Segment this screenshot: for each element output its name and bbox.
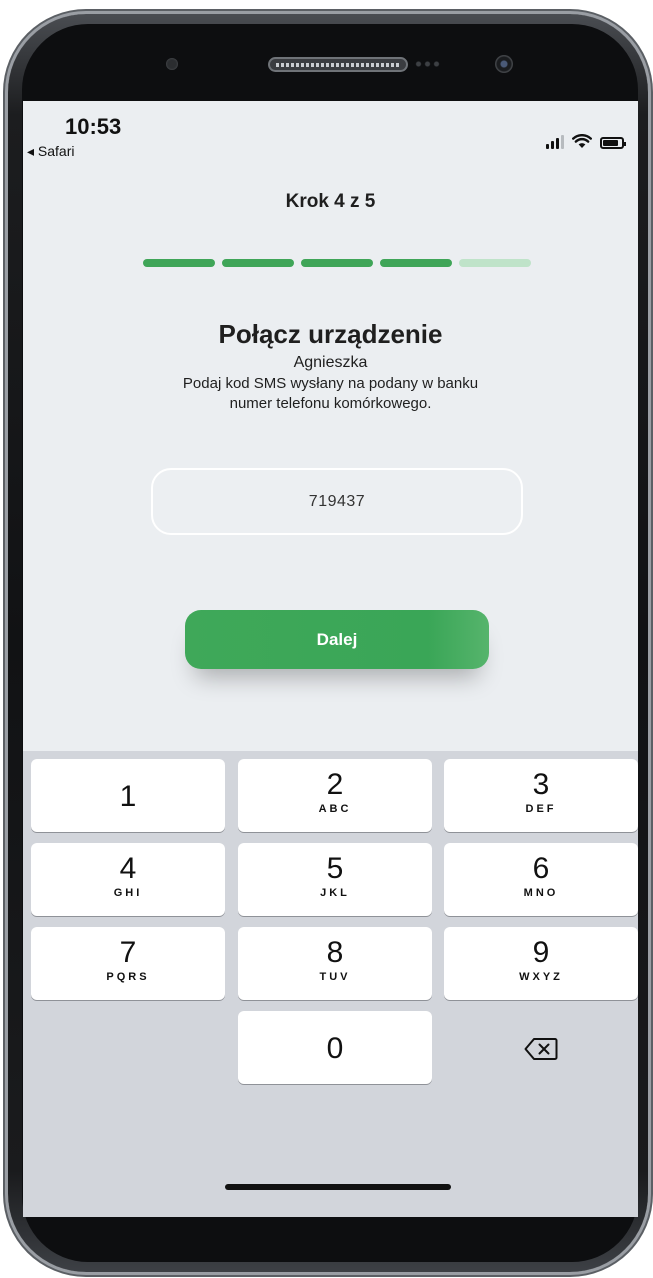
phone-screen: 10:53 ◂ Safari Krok 4 z 5 Połącz urządze… — [23, 101, 638, 1217]
key-3[interactable]: 3 DEF — [444, 759, 638, 832]
battery-icon — [600, 137, 626, 149]
numeric-keypad: 1 2 ABC 3 DEF 4 GHI 5 JKL 6 MNO 7 PQRS 8… — [23, 751, 638, 1217]
key-digit: 7 — [119, 936, 137, 969]
earpiece-speaker — [268, 57, 408, 72]
page-title: Połącz urządzenie — [218, 319, 443, 349]
progress-segment — [380, 259, 452, 267]
step-indicator: Krok 4 z 5 — [285, 191, 376, 212]
key-digit: 1 — [119, 780, 137, 813]
delete-key[interactable] — [444, 1011, 638, 1084]
key-digit: 9 — [532, 936, 550, 969]
key-digit: 4 — [119, 852, 137, 885]
next-button[interactable]: Dalej — [185, 610, 489, 669]
key-2[interactable]: 2 ABC — [238, 759, 432, 832]
key-letters: TUV — [319, 971, 351, 983]
backspace-icon — [524, 1038, 558, 1060]
key-letters: GHI — [113, 887, 143, 899]
proximity-sensor — [166, 58, 178, 70]
progress-segment — [222, 259, 294, 267]
status-icons — [546, 131, 626, 149]
sms-code-input[interactable]: 719437 — [151, 468, 523, 535]
sms-instructions: Podaj kod SMS wysłany na podany w banku … — [23, 374, 638, 414]
key-letters: PQRS — [106, 971, 150, 983]
key-letters: MNO — [523, 887, 559, 899]
progress-segment — [143, 259, 215, 267]
key-1[interactable]: 1 — [31, 759, 225, 832]
front-camera — [495, 55, 513, 73]
home-indicator[interactable] — [225, 1184, 451, 1190]
key-digit: 0 — [326, 1032, 344, 1065]
instructions-line-2: numer telefonu komórkowego. — [229, 395, 432, 412]
key-5[interactable]: 5 JKL — [238, 843, 432, 916]
progress-segment — [459, 259, 531, 267]
key-6[interactable]: 6 MNO — [444, 843, 638, 916]
key-digit: 8 — [326, 936, 344, 969]
user-name: Agnieszka — [293, 354, 368, 371]
key-8[interactable]: 8 TUV — [238, 927, 432, 1000]
key-9[interactable]: 9 WXYZ — [444, 927, 638, 1000]
progress-segment — [301, 259, 373, 267]
key-letters: ABC — [318, 803, 352, 815]
key-letters: JKL — [320, 887, 350, 899]
key-digit: 6 — [532, 852, 550, 885]
status-time: 10:53 — [65, 114, 122, 139]
wifi-icon — [572, 134, 592, 148]
signal-icon — [546, 135, 564, 149]
key-letters: WXYZ — [519, 971, 563, 983]
instructions-line-1: Podaj kod SMS wysłany na podany w banku — [182, 375, 479, 392]
key-digit: 5 — [326, 852, 344, 885]
key-digit: 2 — [326, 768, 344, 801]
speaker-dots — [414, 61, 440, 67]
key-digit: 3 — [532, 768, 550, 801]
key-7[interactable]: 7 PQRS — [31, 927, 225, 1000]
key-letters: DEF — [525, 803, 557, 815]
back-to-safari-link[interactable]: ◂ Safari — [27, 143, 75, 160]
step-progress-bar — [143, 259, 531, 267]
key-4[interactable]: 4 GHI — [31, 843, 225, 916]
key-0[interactable]: 0 — [238, 1011, 432, 1084]
